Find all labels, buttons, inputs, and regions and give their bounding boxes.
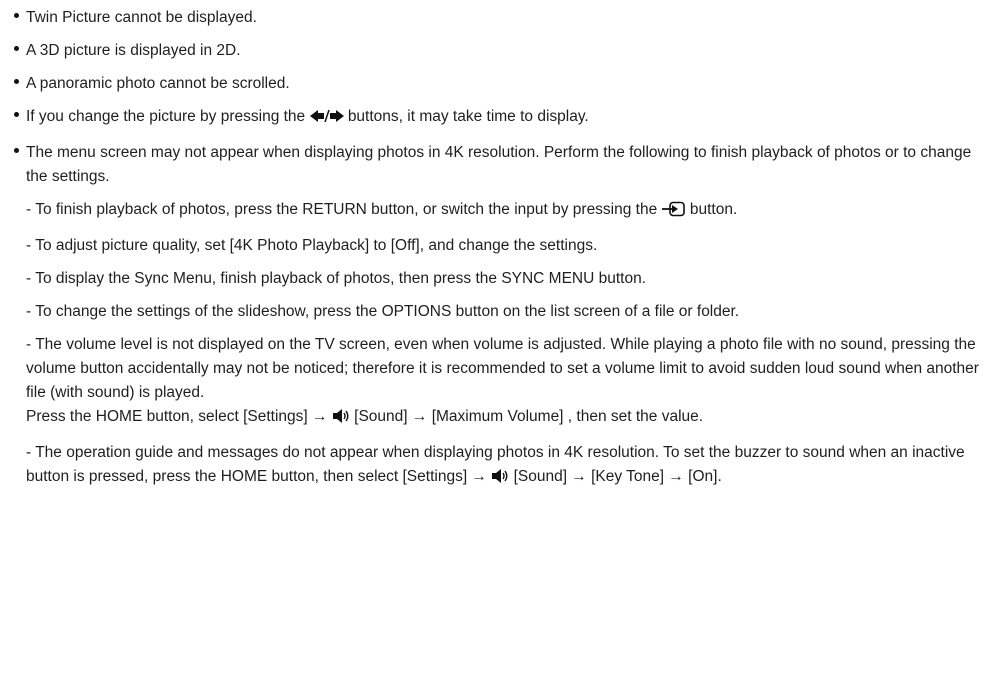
slideshow-note: - To change the settings of the slidesho… xyxy=(26,303,740,320)
list-item-text: A panoramic photo cannot be scrolled. xyxy=(26,75,290,92)
steps-text: Press the HOME button, select [Settings]… xyxy=(26,408,328,425)
speaker-icon xyxy=(491,468,509,492)
sync-menu-note: - To display the Sync Menu, finish playb… xyxy=(26,270,647,287)
list-item-text-after: buttons, it may take time to display. xyxy=(347,108,589,125)
help-page: Twin Picture cannot be displayed. A 3D p… xyxy=(0,0,999,492)
finish-playback-note: - To finish playback of photos, press th… xyxy=(0,198,999,225)
bullet-dot xyxy=(14,79,19,84)
note-text: - To finish playback of photos, press th… xyxy=(26,201,658,218)
bullet-dot xyxy=(14,46,19,51)
list-item-text: The menu screen may not appear when disp… xyxy=(26,144,972,185)
steps-text-after: [Sound] → [Maximum Volume] , then set th… xyxy=(354,408,704,425)
list-item: If you change the picture by pressing th… xyxy=(0,105,999,132)
list-item-text: If you change the picture by pressing th… xyxy=(26,108,306,125)
input-icon xyxy=(661,201,686,225)
guide-note: - The operation guide and messages do no… xyxy=(0,441,999,492)
picture-quality-note: - To adjust picture quality, set [4K Pho… xyxy=(26,237,598,254)
left-right-arrow-buttons-icon xyxy=(309,108,344,132)
volume-note: - The volume level is not displayed on t… xyxy=(26,336,979,401)
bullet-dot xyxy=(14,13,19,18)
list-item-text: Twin Picture cannot be displayed. xyxy=(26,9,257,26)
bullet-dot xyxy=(14,148,19,153)
list-item: Twin Picture cannot be displayed. xyxy=(0,6,999,30)
list-item-text: A 3D picture is displayed in 2D. xyxy=(26,42,241,59)
bullet-dot xyxy=(14,112,19,117)
list-item: A 3D picture is displayed in 2D. xyxy=(0,39,999,63)
list-item: The menu screen may not appear when disp… xyxy=(0,141,999,189)
list-item: A panoramic photo cannot be scrolled. xyxy=(0,72,999,96)
note-text-after: [Sound] → [Key Tone] → [On]. xyxy=(513,468,722,485)
note-text-after: button. xyxy=(689,201,738,218)
volume-steps: Press the HOME button, select [Settings]… xyxy=(0,405,999,432)
limitations-list: Twin Picture cannot be displayed. A 3D p… xyxy=(0,6,999,189)
speaker-icon xyxy=(332,408,350,432)
